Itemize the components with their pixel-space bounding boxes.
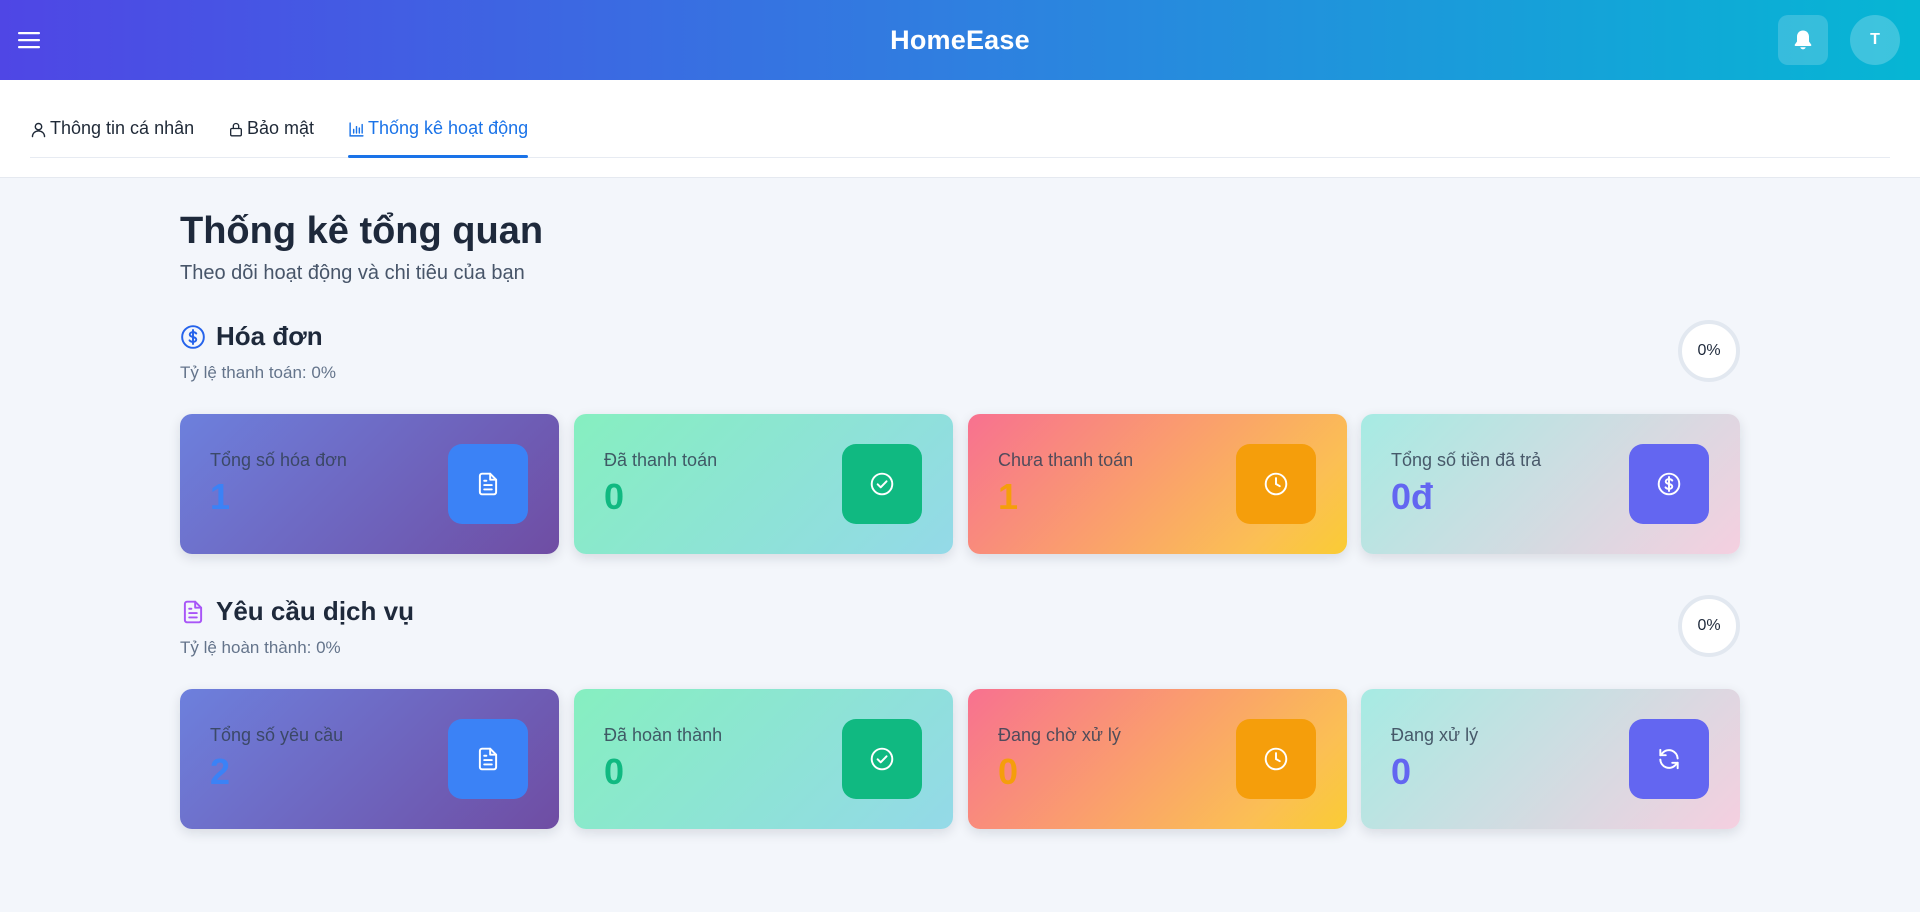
tab-activity-stats[interactable]: Thống kê hoạt động: [348, 118, 529, 158]
menu-icon: [18, 32, 40, 49]
pending-requests-card[interactable]: Đang chờ xử lý 0: [968, 689, 1347, 829]
dollar-circle-icon: [1657, 472, 1681, 496]
document-icon: [478, 472, 498, 496]
card-value: 0đ: [1391, 476, 1434, 517]
app-brand[interactable]: HomeEase: [890, 25, 1030, 56]
invoices-section-title: Hóa đơn: [216, 321, 323, 351]
tab-personal-info-label: Thông tin cá nhân: [50, 118, 195, 138]
dollar-circle-icon: [181, 324, 205, 349]
invoices-section-header: Hóa đơn: [180, 321, 323, 352]
card-icon-badge: [1629, 719, 1709, 799]
unpaid-invoices-card[interactable]: Chưa thanh toán 1: [968, 414, 1347, 554]
page-subtitle: Theo dõi hoạt động và chi tiêu của bạn: [180, 262, 525, 284]
bar-chart-icon: [349, 122, 364, 137]
invoices-progress-ring: 0%: [1678, 320, 1740, 382]
paid-invoices-card[interactable]: Đã thanh toán 0: [574, 414, 953, 554]
card-icon-badge: [842, 719, 922, 799]
hamburger-menu-button[interactable]: [14, 25, 44, 55]
invoices-payment-rate: Tỷ lệ thanh toán: 0%: [180, 363, 336, 382]
services-completion-rate: Tỷ lệ hoàn thành: 0%: [180, 638, 341, 657]
document-icon: [183, 600, 203, 623]
card-value: 0: [998, 751, 1019, 792]
card-label: Tổng số hóa đơn: [210, 450, 347, 470]
top-navbar: HomeEase T: [0, 0, 1920, 80]
notifications-button[interactable]: [1778, 15, 1828, 65]
lock-icon: [230, 122, 242, 137]
card-value: 0: [604, 476, 625, 517]
clock-icon: [1264, 747, 1288, 771]
card-value: 0: [1391, 751, 1412, 792]
refresh-icon: [1659, 748, 1679, 770]
tab-security-label: Bảo mật: [247, 118, 315, 138]
card-value: 0: [604, 751, 625, 792]
card-label: Chưa thanh toán: [998, 450, 1134, 470]
card-label: Tổng số yêu cầu: [210, 725, 344, 745]
card-value: 2: [210, 751, 231, 792]
card-icon-badge: [1236, 444, 1316, 524]
document-icon: [478, 747, 498, 771]
total-paid-amount-card[interactable]: Tổng số tiền đã trả 0đ: [1361, 414, 1740, 554]
card-value: 1: [998, 476, 1019, 517]
card-label: Đã thanh toán: [604, 450, 718, 470]
card-icon-badge: [1629, 444, 1709, 524]
total-invoices-card[interactable]: Tổng số hóa đơn 1: [180, 414, 559, 554]
clock-icon: [1264, 472, 1288, 496]
card-label: Đã hoàn thành: [604, 725, 723, 745]
services-section-header: Yêu cầu dịch vụ: [180, 596, 414, 627]
bell-icon: [1794, 30, 1812, 50]
completed-requests-card[interactable]: Đã hoàn thành 0: [574, 689, 953, 829]
card-label: Tổng số tiền đã trả: [1391, 450, 1542, 470]
check-circle-icon: [870, 747, 894, 771]
tab-security[interactable]: Bảo mật: [228, 118, 314, 158]
card-icon-badge: [448, 444, 528, 524]
card-label: Đang chờ xử lý: [998, 725, 1121, 745]
page-title: Thống kê tổng quan: [180, 210, 544, 252]
card-icon-badge: [842, 444, 922, 524]
check-circle-icon: [870, 472, 894, 496]
card-icon-badge: [448, 719, 528, 799]
user-icon: [31, 122, 46, 138]
total-requests-card[interactable]: Tổng số yêu cầu 2: [180, 689, 559, 829]
processing-requests-card[interactable]: Đang xử lý 0: [1361, 689, 1740, 829]
user-avatar[interactable]: T: [1850, 15, 1900, 65]
services-section-title: Yêu cầu dịch vụ: [216, 596, 414, 626]
card-icon-badge: [1236, 719, 1316, 799]
tab-activity-stats-label: Thống kê hoạt động: [368, 118, 529, 138]
card-value: 1: [210, 476, 231, 517]
tab-personal-info[interactable]: Thông tin cá nhân: [30, 118, 194, 158]
card-label: Đang xử lý: [1391, 725, 1479, 745]
services-progress-ring: 0%: [1678, 595, 1740, 657]
